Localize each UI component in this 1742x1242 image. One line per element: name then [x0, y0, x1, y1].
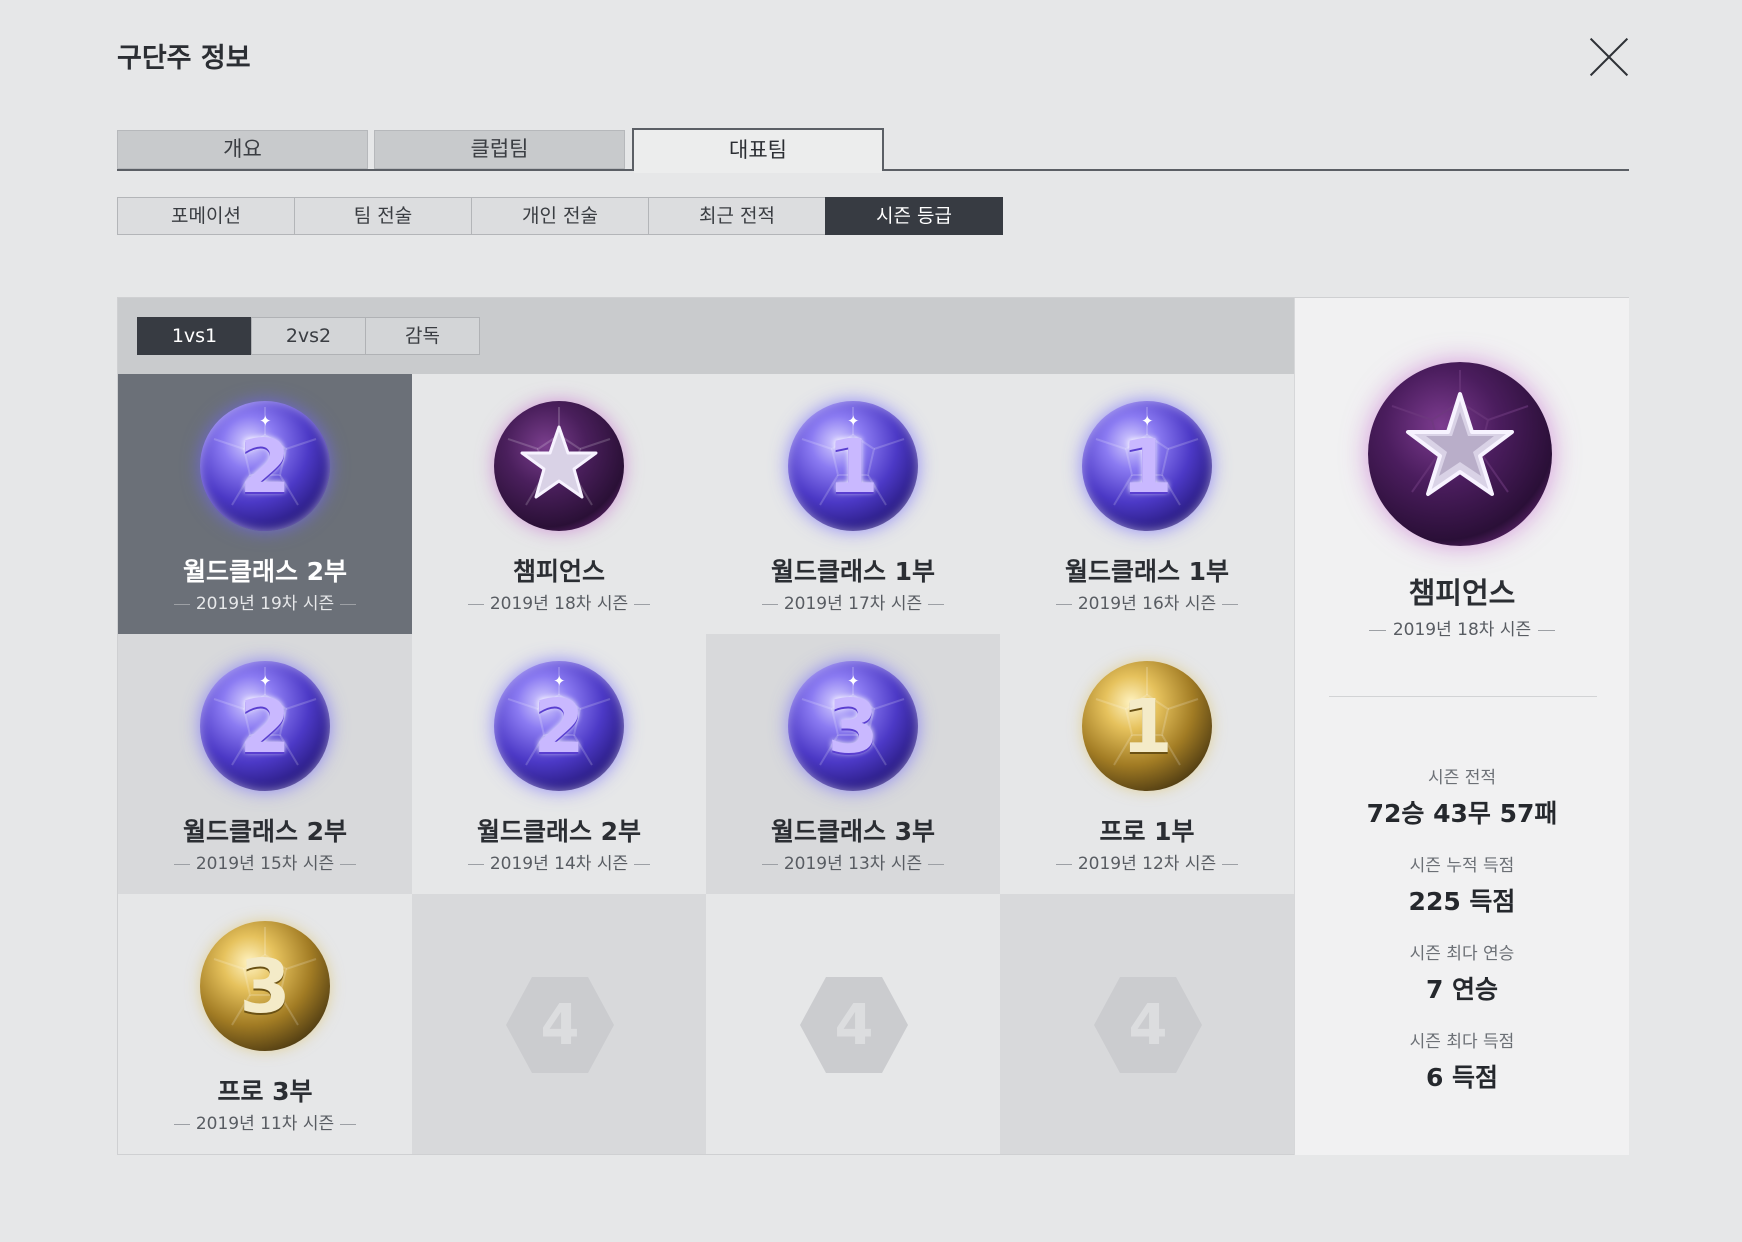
- rank-name: 월드클래스 2부: [476, 817, 642, 846]
- season-label: 2019년 17차 시즌: [706, 589, 1000, 614]
- locked-hexagon-icon: 4: [1092, 975, 1204, 1075]
- season-label: 2019년 13차 시즌: [706, 849, 1000, 874]
- stat-max-win-streak: 시즌 최다 연승 7 연승: [1409, 944, 1515, 1004]
- rank-name: 월드클래스 1부: [770, 557, 936, 586]
- tab-national-team[interactable]: 대표팀: [632, 128, 884, 173]
- sparkle-icon: ✦: [259, 672, 272, 690]
- subtab-recent-record[interactable]: 최근 전적: [648, 197, 826, 235]
- stat-max-goals: 시즌 최다 득점 6 득점: [1409, 1032, 1515, 1092]
- season-grade-card[interactable]: 1 프로 1부 2019년 12차 시즌: [1000, 634, 1294, 894]
- sparkle-icon: ✦: [259, 412, 272, 430]
- mode-tab-manager[interactable]: 감독: [365, 317, 480, 355]
- grade-detail-panel: 챔피언스 2019년 18차 시즌 시즌 전적 72승 43무 57패 시즌 누…: [1294, 298, 1629, 1155]
- season-grade-card[interactable]: 3 프로 3부 2019년 11차 시즌: [118, 894, 412, 1154]
- season-grade-card[interactable]: 1 ✦ 월드클래스 1부 2019년 16차 시즌: [1000, 374, 1294, 634]
- season-grade-card[interactable]: 2 ✦ 월드클래스 2부 2019년 15차 시즌: [118, 634, 412, 894]
- worldclass-badge-icon: 2 ✦: [494, 661, 624, 791]
- empty-grade-slot: 4: [412, 894, 706, 1154]
- worldclass-badge-icon: 2 ✦: [200, 661, 330, 791]
- stat-total-goals: 시즌 누적 득점 225 득점: [1408, 856, 1516, 916]
- rank-name: 프로 3부: [217, 1077, 313, 1106]
- sparkle-icon: ✦: [553, 672, 566, 690]
- worldclass-badge-icon: 3 ✦: [788, 661, 918, 791]
- subtab-individual-tactics[interactable]: 개인 전술: [471, 197, 649, 235]
- rank-name: 챔피언스: [512, 557, 605, 586]
- tab-overview[interactable]: 개요: [117, 130, 368, 169]
- pro-badge-icon: 1: [1082, 661, 1212, 791]
- locked-hexagon-icon: 4: [504, 975, 616, 1075]
- season-label: 2019년 15차 시즌: [118, 849, 412, 874]
- subtab-formation[interactable]: 포메이션: [117, 197, 295, 235]
- season-grade-card[interactable]: 2 ✦ 월드클래스 2부 2019년 19차 시즌: [118, 374, 412, 634]
- season-grade-card[interactable]: 3 ✦ 월드클래스 3부 2019년 13차 시즌: [706, 634, 1000, 894]
- season-grade-card[interactable]: 챔피언스 2019년 18차 시즌: [412, 374, 706, 634]
- empty-grade-slot: 4: [1000, 894, 1294, 1154]
- sparkle-icon: ✦: [847, 672, 860, 690]
- detail-season: 2019년 18차 시즌: [1295, 615, 1629, 640]
- season-grade-card[interactable]: 2 ✦ 월드클래스 2부 2019년 14차 시즌: [412, 634, 706, 894]
- mode-tab-1vs1[interactable]: 1vs1: [137, 317, 252, 355]
- stat-season-record: 시즌 전적 72승 43무 57패: [1366, 768, 1558, 828]
- worldclass-badge-icon: 2 ✦: [200, 401, 330, 531]
- sub-tab-bar: 포메이션 팀 전술 개인 전술 최근 전적 시즌 등급: [117, 197, 1003, 235]
- empty-grade-slot: 4: [706, 894, 1000, 1154]
- rank-name: 월드클래스 1부: [1064, 557, 1230, 586]
- close-icon[interactable]: [1590, 38, 1628, 76]
- main-tab-bar: 개요 클럽팀 대표팀: [117, 128, 1629, 173]
- locked-hexagon-icon: 4: [798, 975, 910, 1075]
- tab-club-team[interactable]: 클럽팀: [374, 130, 625, 169]
- champions-badge-icon: [1368, 362, 1552, 546]
- page-title: 구단주 정보: [117, 43, 251, 74]
- season-label: 2019년 16차 시즌: [1000, 589, 1294, 614]
- pro-badge-icon: 3: [200, 921, 330, 1051]
- rank-name: 월드클래스 3부: [770, 817, 936, 846]
- season-label: 2019년 12차 시즌: [1000, 849, 1294, 874]
- rank-name: 월드클래스 2부: [182, 817, 348, 846]
- season-grade-grid: 2 ✦ 월드클래스 2부 2019년 19차 시즌 챔피언스 2019년 18차 시즌 1 ✦…: [118, 374, 1294, 1155]
- detail-rank-name: 챔피언스: [1408, 576, 1516, 610]
- mode-bar: 1vs1 2vs2 감독: [118, 298, 1294, 374]
- worldclass-badge-icon: 1 ✦: [788, 401, 918, 531]
- season-label: 2019년 11차 시즌: [118, 1109, 412, 1134]
- season-grade-panel: 1vs1 2vs2 감독 2 ✦ 월드클래스 2부 2019년 19차 시즌 챔피언스 2…: [117, 297, 1629, 1155]
- rank-name: 프로 1부: [1099, 817, 1195, 846]
- season-label: 2019년 19차 시즌: [118, 589, 412, 614]
- rank-name: 월드클래스 2부: [182, 557, 348, 586]
- season-label: 2019년 14차 시즌: [412, 849, 706, 874]
- season-label: 2019년 18차 시즌: [412, 589, 706, 614]
- champions-badge-icon: [494, 401, 624, 531]
- mode-tab-2vs2[interactable]: 2vs2: [251, 317, 366, 355]
- season-grade-card[interactable]: 1 ✦ 월드클래스 1부 2019년 17차 시즌: [706, 374, 1000, 634]
- divider: [1329, 696, 1597, 697]
- subtab-season-grade[interactable]: 시즌 등급: [825, 197, 1003, 235]
- sparkle-icon: ✦: [1141, 412, 1154, 430]
- sparkle-icon: ✦: [847, 412, 860, 430]
- worldclass-badge-icon: 1 ✦: [1082, 401, 1212, 531]
- subtab-team-tactics[interactable]: 팀 전술: [294, 197, 472, 235]
